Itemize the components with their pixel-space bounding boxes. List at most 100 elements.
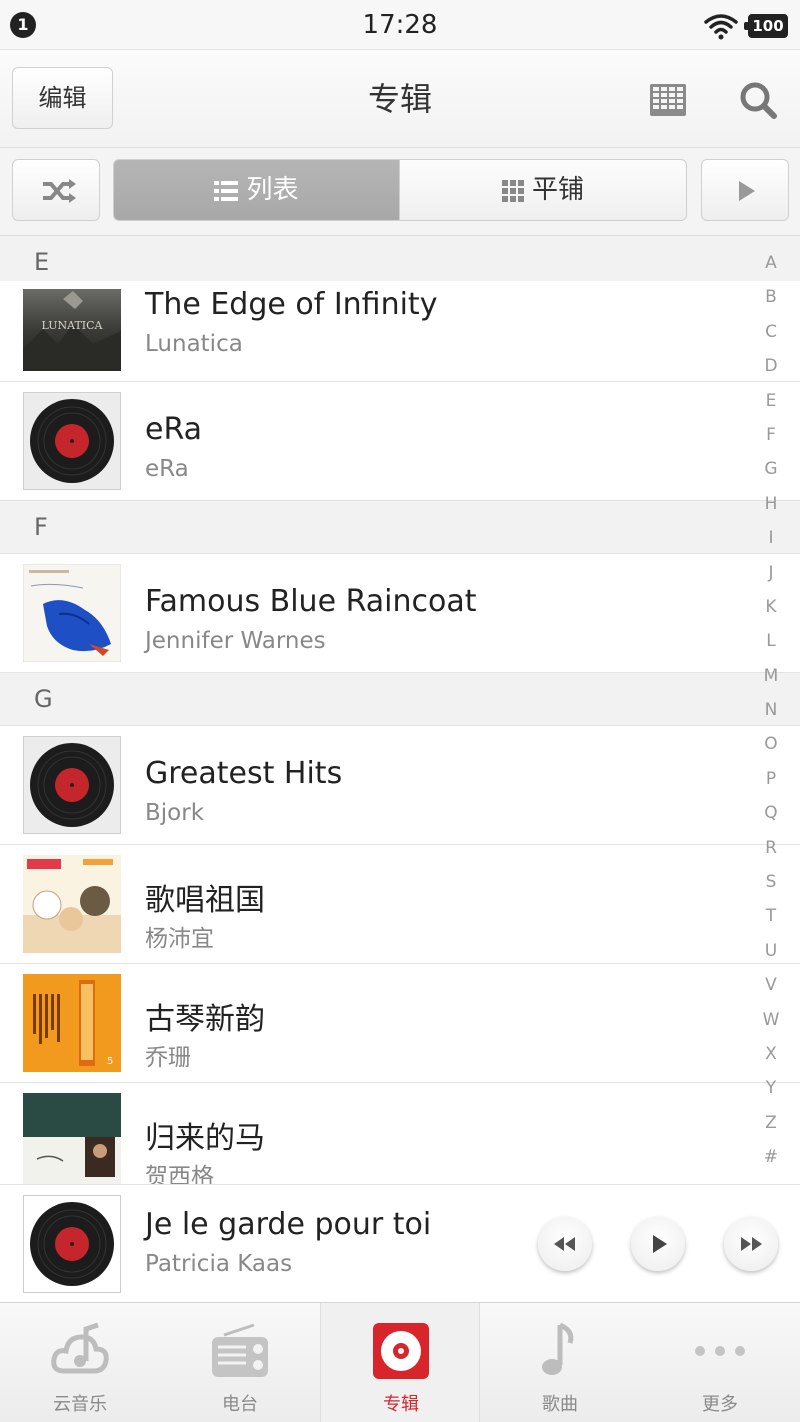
album-title: 古琴新韵 — [145, 1002, 265, 1037]
index-letter[interactable]: C — [756, 315, 786, 349]
tab-songs[interactable]: 歌曲 — [480, 1303, 640, 1422]
index-letter[interactable]: Y — [756, 1071, 786, 1105]
album-title: eRa — [145, 412, 203, 447]
grid-icon — [501, 180, 524, 202]
index-letter[interactable]: G — [756, 452, 786, 486]
alphabet-index[interactable]: A B C D E F G H I J K L M N O P Q R S T U V W X Y Z # — [756, 246, 786, 1175]
vinyl-placeholder-icon — [23, 736, 121, 834]
radio-icon — [212, 1323, 268, 1377]
album-title: 歌唱祖国 — [145, 883, 265, 918]
album-row[interactable]: LUNATICA The Edge of Infinity Lunatica — [0, 281, 800, 382]
index-letter[interactable]: F — [756, 418, 786, 452]
index-letter[interactable]: P — [756, 762, 786, 796]
edit-button[interactable]: 编辑 — [12, 67, 113, 129]
now-playing-artist: Patricia Kaas — [145, 1251, 293, 1277]
tab-label: 电台 — [222, 1394, 258, 1415]
next-button[interactable] — [724, 1217, 778, 1271]
album-row[interactable]: eRa eRa — [0, 382, 800, 501]
index-letter[interactable]: E — [756, 384, 786, 418]
album-title: Famous Blue Raincoat — [145, 584, 477, 619]
index-letter[interactable]: R — [756, 831, 786, 865]
play-icon — [739, 181, 755, 201]
album-artist: eRa — [145, 456, 189, 482]
status-time: 17:28 — [362, 10, 438, 40]
status-bar: 1 17:28 100 — [0, 0, 800, 50]
tab-radio[interactable]: 电台 — [160, 1303, 320, 1422]
tab-list-label: 列表 — [246, 175, 299, 205]
album-disc-icon — [373, 1323, 429, 1379]
battery-indicator: 100 — [744, 14, 788, 38]
album-artist: 贺西格 — [145, 1164, 214, 1184]
shuffle-button[interactable] — [12, 159, 100, 221]
previous-button[interactable] — [538, 1217, 592, 1271]
vinyl-placeholder-icon — [23, 1195, 121, 1293]
wifi-icon — [704, 14, 738, 40]
index-letter[interactable]: L — [756, 624, 786, 658]
section-header-f: F — [0, 501, 800, 554]
tab-tile-view[interactable]: 平铺 — [399, 159, 687, 221]
album-artist: 杨沛宜 — [145, 926, 214, 952]
index-letter[interactable]: X — [756, 1037, 786, 1071]
album-cover-blue-raincoat — [23, 564, 121, 662]
now-playing-bar[interactable]: Je le garde pour toi Patricia Kaas — [0, 1184, 800, 1302]
album-row[interactable]: 归来的马 贺西格 — [0, 1083, 800, 1184]
index-letter[interactable]: K — [756, 590, 786, 624]
now-playing-title: Je le garde pour toi — [145, 1207, 432, 1242]
index-letter[interactable]: N — [756, 693, 786, 727]
index-letter[interactable]: O — [756, 727, 786, 761]
tab-album[interactable]: 专辑 — [320, 1303, 480, 1422]
index-letter[interactable]: H — [756, 487, 786, 521]
view-toolbar: 列表 平铺 — [0, 148, 800, 236]
page-title: 专辑 — [367, 80, 432, 118]
index-letter[interactable]: B — [756, 280, 786, 314]
tab-list-view[interactable]: 列表 — [113, 159, 400, 221]
album-cover-orange: 5 — [23, 974, 121, 1072]
more-dots-icon — [695, 1346, 745, 1356]
index-letter[interactable]: A — [756, 246, 786, 280]
index-letter[interactable]: U — [756, 934, 786, 968]
search-icon[interactable] — [738, 80, 778, 120]
index-letter[interactable]: V — [756, 968, 786, 1002]
index-letter[interactable]: M — [756, 659, 786, 693]
album-row[interactable]: Greatest Hits Bjork — [0, 726, 800, 845]
album-artist: Bjork — [145, 800, 205, 826]
index-letter[interactable]: I — [756, 521, 786, 555]
album-artist: 乔珊 — [145, 1045, 191, 1071]
svg-text:LUNATICA: LUNATICA — [42, 319, 104, 332]
rewind-icon — [554, 1237, 575, 1251]
shuffle-icon — [43, 179, 76, 203]
index-letter[interactable]: # — [756, 1140, 786, 1174]
album-artist: Lunatica — [145, 331, 243, 357]
tab-more[interactable]: 更多 — [640, 1303, 800, 1422]
album-title: Greatest Hits — [145, 756, 343, 791]
section-header-g: G — [0, 673, 800, 726]
index-letter[interactable]: T — [756, 899, 786, 933]
album-title: The Edge of Infinity — [145, 287, 438, 322]
vinyl-placeholder-icon — [23, 392, 121, 490]
grid-calendar-icon[interactable] — [648, 80, 688, 120]
album-row[interactable]: 5 古琴新韵 乔珊 — [0, 964, 800, 1083]
tab-label: 更多 — [702, 1394, 738, 1415]
tab-label: 云音乐 — [53, 1394, 107, 1415]
list-icon — [214, 181, 239, 201]
header-bar: 编辑 专辑 — [0, 50, 800, 148]
album-row[interactable]: 歌唱祖国 杨沛宜 — [0, 845, 800, 964]
album-artist: Jennifer Warnes — [145, 628, 326, 654]
play-all-button[interactable] — [701, 159, 789, 221]
play-button[interactable] — [631, 1217, 685, 1271]
index-letter[interactable]: S — [756, 865, 786, 899]
index-letter[interactable]: Z — [756, 1106, 786, 1140]
index-letter[interactable]: Q — [756, 796, 786, 830]
play-icon — [653, 1235, 667, 1253]
album-list: E LUNATICA The Edge of Infinity Lunatica — [0, 236, 800, 1184]
album-cover-dark-green — [23, 1093, 121, 1184]
index-letter[interactable]: D — [756, 349, 786, 383]
tab-cloud-music[interactable]: 云音乐 — [0, 1303, 160, 1422]
fast-forward-icon — [741, 1237, 762, 1251]
index-letter[interactable]: J — [756, 556, 786, 590]
album-row[interactable]: Famous Blue Raincoat Jennifer Warnes — [0, 554, 800, 673]
tab-tile-label: 平铺 — [531, 175, 584, 205]
cloud-music-icon — [51, 1322, 109, 1374]
index-letter[interactable]: W — [756, 1003, 786, 1037]
bottom-tab-bar: 云音乐 电台 专辑 歌曲 更多 — [0, 1302, 800, 1422]
